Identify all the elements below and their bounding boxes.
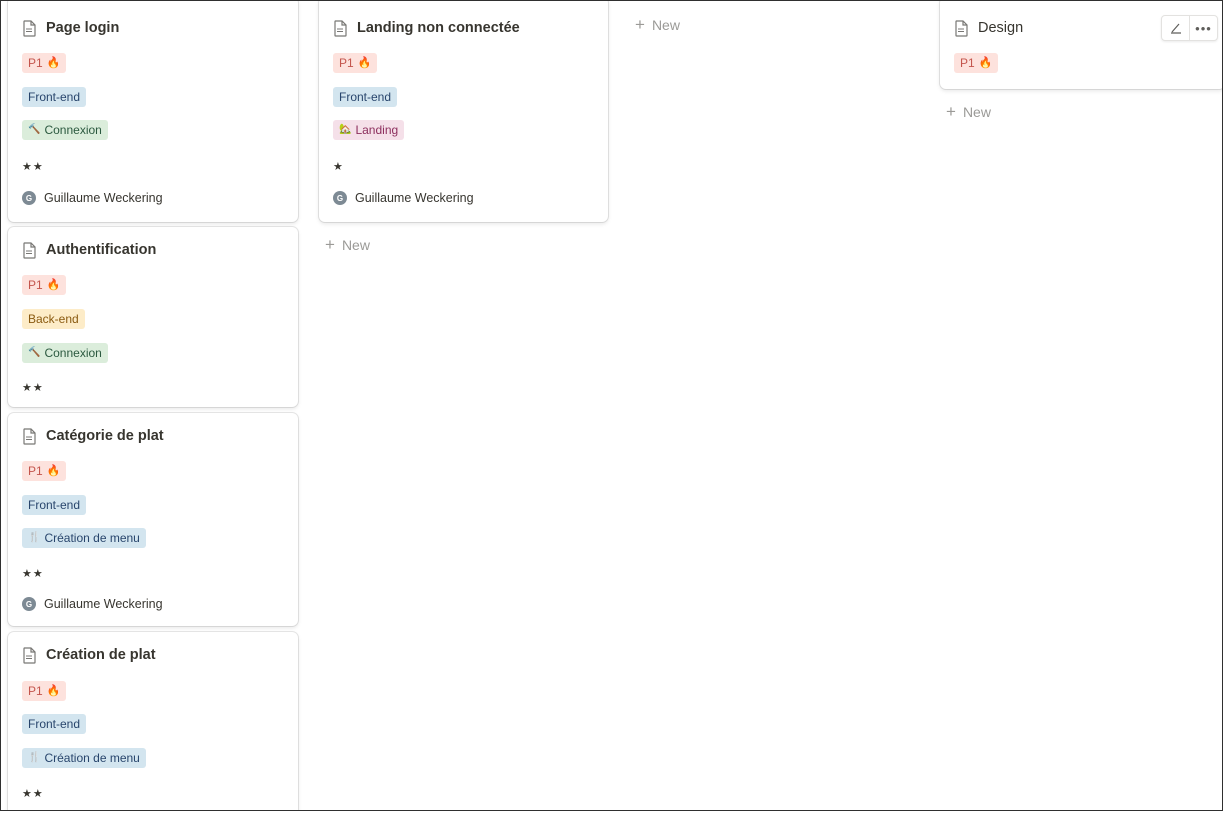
priority-tag: P1 🔥 <box>22 461 67 481</box>
feature-label: Connexion <box>44 123 102 137</box>
new-label: New <box>341 237 370 253</box>
feature-tag: 🍴 Création de menu <box>22 528 146 548</box>
avatar: G <box>333 191 347 205</box>
feature-tag: 🔨 Connexion <box>22 343 108 363</box>
cutlery-icon: 🍴 <box>28 532 41 543</box>
assignee-name: Guillaume Weckering <box>355 191 474 205</box>
fire-icon: 🔥 <box>46 685 61 697</box>
assignee: G Guillaume Weckering <box>333 191 474 205</box>
feature-tag: 🏡 Landing <box>333 120 405 140</box>
rating-stars: ★★ <box>22 568 44 580</box>
feature-label: Création de menu <box>44 751 140 765</box>
card-page-login[interactable]: Page login P1 🔥 Front-end 🔨 Connexion ★★ G… <box>8 1 298 222</box>
board: Page login P1 🔥 Front-end 🔨 Connexion ★★ G… <box>0 0 1223 811</box>
card-title: Création de plat <box>22 644 156 666</box>
more-options-button[interactable]: ••• <box>1189 16 1217 40</box>
feature-tag: 🔨 Connexion <box>22 120 108 140</box>
priority-tag: P1 🔥 <box>22 53 67 73</box>
fire-icon: 🔥 <box>357 57 372 69</box>
document-icon <box>22 19 36 37</box>
feature-label: Création de menu <box>44 531 140 545</box>
fire-icon: 🔥 <box>46 279 61 291</box>
card-title: Catégorie de plat <box>22 425 164 447</box>
assignee-name: Guillaume Weckering <box>44 191 163 205</box>
card-title-text: Design <box>978 20 1024 36</box>
card-title-text: Authentification <box>46 242 157 258</box>
card-categorie-de-plat[interactable]: Catégorie de plat P1 🔥 Front-end 🍴 Créatio… <box>8 413 298 626</box>
priority-label: P1 <box>28 278 43 292</box>
priority-tag: P1 🔥 <box>333 53 378 73</box>
edit-icon <box>1170 23 1181 34</box>
feature-label: Connexion <box>44 346 102 360</box>
more-icon: ••• <box>1195 20 1212 36</box>
assignee: G Guillaume Weckering <box>22 191 163 205</box>
priority-tag: P1 🔥 <box>22 681 67 701</box>
type-tag: Front-end <box>333 87 398 107</box>
plus-icon: + <box>325 235 335 254</box>
card-title: Authentification <box>22 239 156 261</box>
card-title-text: Catégorie de plat <box>46 428 164 444</box>
new-card-button[interactable]: + New <box>325 235 370 254</box>
type-tag: Front-end <box>22 87 87 107</box>
plus-icon: + <box>635 15 645 34</box>
type-tag: Front-end <box>22 714 87 734</box>
document-icon <box>333 19 347 37</box>
avatar: G <box>22 597 36 611</box>
house-icon: 🏡 <box>339 124 352 135</box>
avatar: G <box>22 191 36 205</box>
rating-stars: ★★ <box>22 788 44 800</box>
feature-tag: 🍴 Création de menu <box>22 748 146 768</box>
type-tag: Back-end <box>22 309 85 329</box>
cutlery-icon: 🍴 <box>28 752 41 763</box>
new-label: New <box>962 104 991 120</box>
card-creation-de-plat[interactable]: Création de plat P1 🔥 Front-end 🍴 Création… <box>8 632 298 810</box>
document-icon <box>22 646 36 664</box>
card-title-text: Landing non connectée <box>357 20 520 36</box>
card-design[interactable]: Design P1 🔥 ••• <box>940 1 1222 89</box>
priority-label: P1 <box>28 684 43 698</box>
assignee: G Guillaume Weckering <box>22 597 163 611</box>
plus-icon: + <box>946 102 956 121</box>
new-card-button[interactable]: + New <box>635 15 680 34</box>
rating-stars: ★ <box>333 161 344 173</box>
hammer-icon: 🔨 <box>28 347 41 358</box>
card-landing-non-connectee[interactable]: Landing non connectée P1 🔥 Front-end 🏡 Lan… <box>319 1 608 222</box>
card-title-text: Page login <box>46 20 120 36</box>
card-title: Design <box>954 17 1023 39</box>
card-title: Page login <box>22 17 119 39</box>
card-actions: ••• <box>1161 15 1218 41</box>
priority-label: P1 <box>28 464 43 478</box>
new-label: New <box>651 17 680 33</box>
fire-icon: 🔥 <box>978 57 993 69</box>
hammer-icon: 🔨 <box>28 124 41 135</box>
document-icon <box>22 427 36 445</box>
card-title-text: Création de plat <box>46 647 156 663</box>
fire-icon: 🔥 <box>46 57 61 69</box>
priority-label: P1 <box>339 56 354 70</box>
priority-label: P1 <box>28 56 43 70</box>
document-icon <box>954 19 968 37</box>
rating-stars: ★★ <box>22 161 44 173</box>
new-card-button[interactable]: + New <box>946 102 991 121</box>
assignee-name: Guillaume Weckering <box>44 597 163 611</box>
type-tag: Front-end <box>22 495 87 515</box>
edit-button[interactable] <box>1162 16 1189 40</box>
card-authentification[interactable]: Authentification P1 🔥 Back-end 🔨 Connexion… <box>8 227 298 407</box>
priority-label: P1 <box>960 56 975 70</box>
card-title: Landing non connectée <box>333 17 520 39</box>
rating-stars: ★★ <box>22 382 44 394</box>
priority-tag: P1 🔥 <box>22 275 67 295</box>
fire-icon: 🔥 <box>46 465 61 477</box>
priority-tag: P1 🔥 <box>954 53 999 73</box>
feature-label: Landing <box>355 123 399 137</box>
document-icon <box>22 241 36 259</box>
